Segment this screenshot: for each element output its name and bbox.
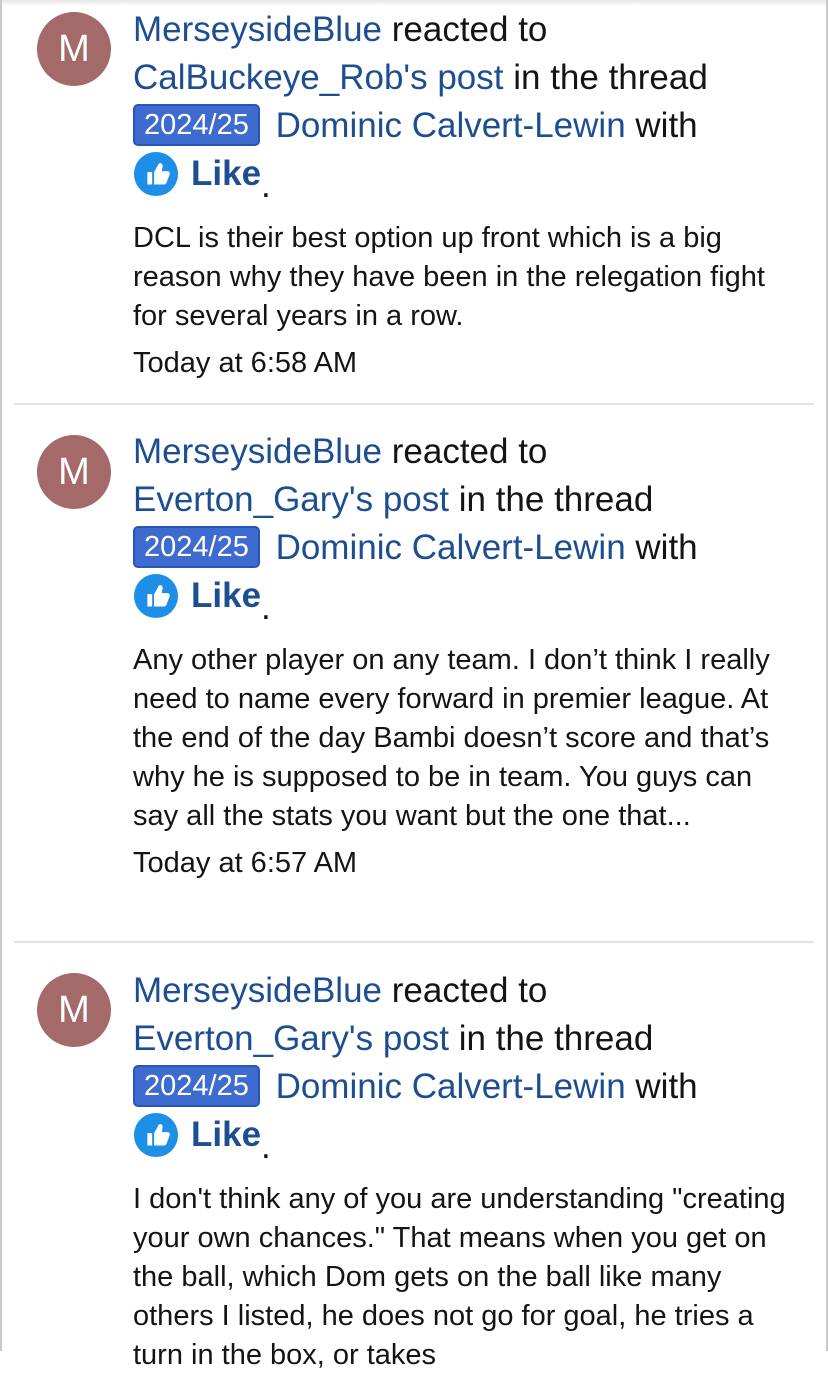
thread-title-link[interactable]: Dominic Calvert-Lewin (276, 106, 626, 145)
alert-line-2: Everton_Gary's post in the thread (133, 476, 798, 524)
alert-body: MerseysideBlue reacted to Everton_Gary's… (133, 428, 798, 881)
post-link[interactable]: Everton_Gary's post (133, 480, 449, 519)
alert-line-3: 2024/25 Dominic Calvert-Lewin with (133, 524, 798, 572)
reaction-label: Like (191, 576, 262, 615)
alert-line-4: Like . (133, 1111, 798, 1171)
alert-line-1: MerseysideBlue reacted to (133, 6, 798, 54)
thumbs-up-icon (133, 1112, 179, 1158)
avatar[interactable]: M (37, 12, 111, 86)
reaction[interactable]: Like (133, 572, 261, 620)
username-link[interactable]: MerseysideBlue (133, 10, 382, 49)
thread-title-link[interactable]: Dominic Calvert-Lewin (276, 528, 626, 567)
username-link[interactable]: MerseysideBlue (133, 971, 382, 1010)
with-text: with (635, 106, 698, 145)
post-snippet[interactable]: I don't think any of you are understandi… (133, 1180, 798, 1375)
thumbs-up-icon (133, 151, 179, 197)
timestamp: Today at 6:58 AM (133, 347, 358, 379)
thread-prefix-badge[interactable]: 2024/25 (133, 104, 260, 146)
thread-prefix-badge[interactable]: 2024/25 (133, 526, 260, 568)
thread-prefix-badge[interactable]: 2024/25 (133, 1065, 260, 1107)
avatar[interactable]: M (37, 435, 111, 509)
alert-item: M MerseysideBlue reacted to CalBuckeye_R… (0, 0, 828, 405)
alert-item: M MerseysideBlue reacted to Everton_Gary… (0, 405, 828, 943)
alert-body: MerseysideBlue reacted to CalBuckeye_Rob… (133, 6, 798, 381)
thumbs-up-icon (133, 573, 179, 619)
period: . (261, 1127, 271, 1166)
alert-line-3: 2024/25 Dominic Calvert-Lewin with (133, 1063, 798, 1111)
alert-body: MerseysideBlue reacted to Everton_Gary's… (133, 967, 798, 1375)
action-text: reacted to (391, 971, 548, 1010)
period: . (261, 588, 271, 627)
reaction[interactable]: Like (133, 1111, 261, 1159)
action-text: reacted to (391, 432, 548, 471)
reaction[interactable]: Like (133, 150, 261, 198)
alert-line-1: MerseysideBlue reacted to (133, 428, 798, 476)
alert-line-2: CalBuckeye_Rob's post in the thread (133, 54, 798, 102)
thread-text: in the thread (513, 58, 708, 97)
thread-title-link[interactable]: Dominic Calvert-Lewin (276, 1067, 626, 1106)
post-link[interactable]: CalBuckeye_Rob's post (133, 58, 504, 97)
thread-text: in the thread (458, 1019, 654, 1058)
alert-item: M MerseysideBlue reacted to Everton_Gary… (0, 943, 828, 1371)
alert-line-3: 2024/25 Dominic Calvert-Lewin with (133, 102, 798, 150)
reaction-label: Like (191, 1115, 262, 1154)
post-snippet[interactable]: DCL is their best option up front which … (133, 219, 798, 336)
reaction-label: Like (191, 154, 262, 193)
alert-list: M MerseysideBlue reacted to CalBuckeye_R… (0, 0, 828, 1371)
action-text: reacted to (391, 10, 548, 49)
with-text: with (635, 1067, 698, 1106)
timestamp: Today at 6:57 AM (133, 847, 358, 879)
username-link[interactable]: MerseysideBlue (133, 432, 382, 471)
alert-line-4: Like . (133, 572, 798, 632)
with-text: with (635, 528, 698, 567)
alert-line-1: MerseysideBlue reacted to (133, 967, 798, 1015)
avatar[interactable]: M (37, 973, 111, 1047)
alert-line-4: Like . (133, 150, 798, 210)
alert-line-2: Everton_Gary's post in the thread (133, 1015, 798, 1063)
post-link[interactable]: Everton_Gary's post (133, 1019, 449, 1058)
post-snippet[interactable]: Any other player on any team. I don’t th… (133, 641, 798, 836)
thread-text: in the thread (458, 480, 654, 519)
period: . (261, 166, 271, 205)
